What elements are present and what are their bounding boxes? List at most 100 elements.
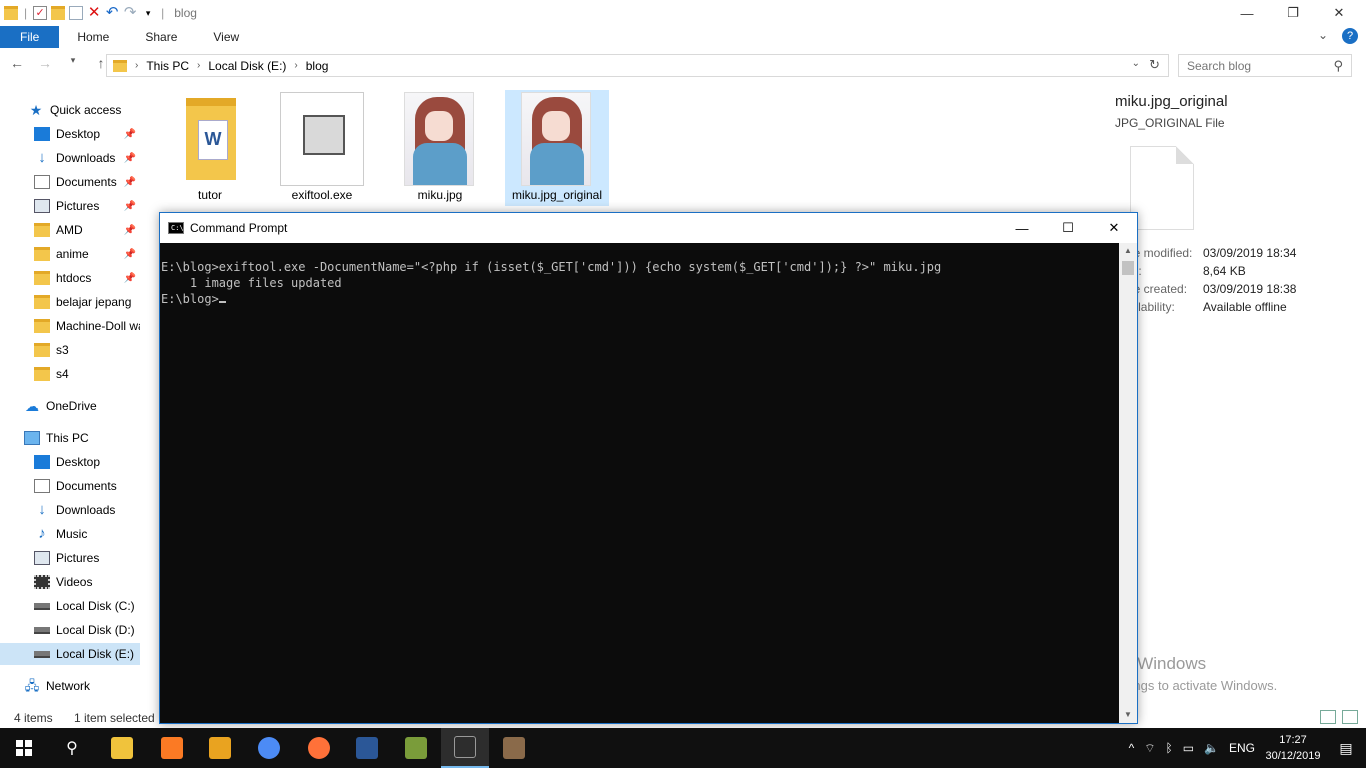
- nav-folder-s3[interactable]: s3: [0, 339, 140, 361]
- file-name: tutor: [197, 188, 222, 202]
- desktop-icon: [34, 455, 50, 469]
- taskbar-chrome[interactable]: [245, 728, 293, 768]
- large-icons-view-icon[interactable]: [1342, 710, 1358, 724]
- taskbar-command-prompt[interactable]: [441, 728, 489, 768]
- nav-onedrive[interactable]: ☁ OneDrive: [0, 395, 140, 417]
- cmd-titlebar[interactable]: C:\ Command Prompt — ☐ ✕: [160, 213, 1137, 243]
- taskbar-word[interactable]: [343, 728, 391, 768]
- file-item-exiftool[interactable]: exiftool.exe: [270, 90, 374, 206]
- refresh-icon[interactable]: ↻: [1149, 57, 1160, 73]
- taskbar-xampp[interactable]: [148, 728, 196, 768]
- bluetooth-icon[interactable]: ᛒ: [1165, 741, 1172, 755]
- tab-file[interactable]: File: [0, 26, 60, 48]
- console-output[interactable]: E:\blog>exiftool.exe -DocumentName="<?ph…: [160, 243, 1119, 723]
- nav-folder-machine-doll[interactable]: Machine-Doll wa: [0, 315, 140, 337]
- cmd-window-controls: — ☐ ✕: [999, 213, 1137, 243]
- nav-local-disk-e[interactable]: Local Disk (E:): [0, 643, 140, 665]
- maximize-icon[interactable]: ☐: [1045, 213, 1091, 243]
- command-prompt-window[interactable]: C:\ Command Prompt — ☐ ✕ E:\blog>exiftoo…: [159, 212, 1138, 724]
- nav-label: htdocs: [56, 271, 92, 285]
- chevron-right-icon[interactable]: ›: [135, 60, 138, 71]
- nav-pinned-documents[interactable]: Documents 📌: [0, 171, 140, 193]
- nav-quick-access[interactable]: ★ Quick access: [0, 99, 140, 121]
- desktop-icon: [34, 127, 50, 141]
- taskbar-file-explorer[interactable]: [98, 728, 146, 768]
- nav-pinned-downloads[interactable]: ↓ Downloads 📌: [0, 147, 140, 169]
- undo-icon[interactable]: ↶: [105, 5, 119, 20]
- file-item-miku-jpg[interactable]: miku.jpg: [388, 90, 492, 206]
- notification-icon[interactable]: ▤: [1326, 740, 1366, 757]
- delete-icon[interactable]: ✕: [87, 5, 101, 20]
- search-icon[interactable]: ⚲: [1333, 58, 1343, 74]
- address-dropdown-icon[interactable]: ⌄: [1132, 58, 1140, 69]
- nav-pc-music[interactable]: ♪ Music: [0, 523, 140, 545]
- navigation-buttons: ← → ▾ ↑: [10, 55, 108, 71]
- nav-pinned-anime[interactable]: anime 📌: [0, 243, 140, 265]
- recent-locations-icon[interactable]: ▾: [66, 55, 80, 71]
- nav-pc-downloads[interactable]: ↓ Downloads: [0, 499, 140, 521]
- expand-ribbon-icon[interactable]: ⌄: [1318, 28, 1328, 44]
- breadcrumb-blog[interactable]: blog: [306, 59, 329, 73]
- breadcrumb-this-pc[interactable]: This PC: [146, 59, 189, 73]
- rename-icon[interactable]: [69, 6, 84, 20]
- nav-pinned-desktop[interactable]: Desktop 📌: [0, 123, 140, 145]
- taskbar-sublime-text[interactable]: [196, 728, 244, 768]
- address-bar[interactable]: › This PC › Local Disk (E:) › blog ⌄ ↻: [106, 54, 1169, 77]
- cmd-scrollbar[interactable]: ▲ ▼: [1119, 243, 1137, 723]
- tab-share[interactable]: Share: [127, 26, 195, 48]
- search-input[interactable]: Search blog ⚲: [1178, 54, 1352, 77]
- nav-this-pc[interactable]: This PC: [0, 427, 140, 449]
- properties-check-icon[interactable]: ✓: [33, 6, 48, 20]
- nav-label: s3: [56, 343, 69, 357]
- close-icon[interactable]: ✕: [1091, 213, 1137, 243]
- chevron-right-icon[interactable]: ›: [294, 60, 297, 71]
- nav-folder-s4[interactable]: s4: [0, 363, 140, 385]
- new-folder-icon[interactable]: [51, 6, 66, 20]
- clock[interactable]: 17:27 30/12/2019: [1260, 732, 1326, 764]
- file-item-miku-jpg-original[interactable]: miku.jpg_original: [505, 90, 609, 206]
- folder-icon: [34, 343, 50, 357]
- wifi-icon[interactable]: ⌔: [1144, 741, 1155, 756]
- taskbar-paint[interactable]: [392, 728, 440, 768]
- nav-local-disk-c[interactable]: Local Disk (C:): [0, 595, 140, 617]
- language-indicator[interactable]: ENG: [1229, 741, 1255, 755]
- taskbar-firefox[interactable]: [295, 728, 343, 768]
- pin-icon: 📌: [123, 248, 136, 260]
- nav-pc-videos[interactable]: Videos: [0, 571, 140, 593]
- chevron-up-icon[interactable]: ^: [1129, 741, 1135, 755]
- taskbar-video-app[interactable]: [490, 728, 538, 768]
- breadcrumb-local-disk-e[interactable]: Local Disk (E:): [208, 59, 286, 73]
- help-icon[interactable]: ?: [1342, 28, 1358, 44]
- tab-home[interactable]: Home: [59, 26, 127, 48]
- nav-pinned-htdocs[interactable]: htdocs 📌: [0, 267, 140, 289]
- nav-pc-desktop[interactable]: Desktop: [0, 451, 140, 473]
- search-icon[interactable]: ⚲: [48, 728, 96, 768]
- back-icon[interactable]: ←: [10, 55, 24, 71]
- nav-pc-pictures[interactable]: Pictures: [0, 547, 140, 569]
- tab-view[interactable]: View: [195, 26, 257, 48]
- nav-network[interactable]: 🖧 Network: [0, 675, 140, 697]
- nav-folder-belajar-jepang[interactable]: belajar jepang: [0, 291, 140, 313]
- nav-label: Local Disk (E:): [56, 647, 135, 661]
- minimize-icon[interactable]: —: [999, 213, 1045, 243]
- minimize-icon[interactable]: —: [1224, 0, 1270, 26]
- nav-pc-documents[interactable]: Documents: [0, 475, 140, 497]
- volume-icon[interactable]: 🔈: [1204, 741, 1219, 755]
- details-view-icon[interactable]: [1320, 710, 1336, 724]
- battery-icon[interactable]: ▭: [1183, 741, 1194, 755]
- scroll-down-icon[interactable]: ▼: [1119, 707, 1137, 723]
- file-item-tutor[interactable]: W tutor: [158, 90, 262, 206]
- nav-local-disk-d[interactable]: Local Disk (D:): [0, 619, 140, 641]
- file-name: miku.jpg: [417, 188, 463, 202]
- maximize-icon[interactable]: ❐: [1270, 0, 1316, 26]
- chevron-right-icon[interactable]: ›: [197, 60, 200, 71]
- scroll-up-icon[interactable]: ▲: [1119, 243, 1137, 259]
- scroll-thumb[interactable]: [1122, 261, 1134, 275]
- nav-pinned-amd[interactable]: AMD 📌: [0, 219, 140, 241]
- close-icon[interactable]: ✕: [1316, 0, 1362, 26]
- forward-icon[interactable]: →: [38, 55, 52, 71]
- nav-pinned-pictures[interactable]: Pictures 📌: [0, 195, 140, 217]
- start-button[interactable]: [0, 728, 48, 768]
- redo-icon[interactable]: ↷: [123, 5, 137, 20]
- customize-dropdown-icon[interactable]: ▾: [141, 6, 155, 20]
